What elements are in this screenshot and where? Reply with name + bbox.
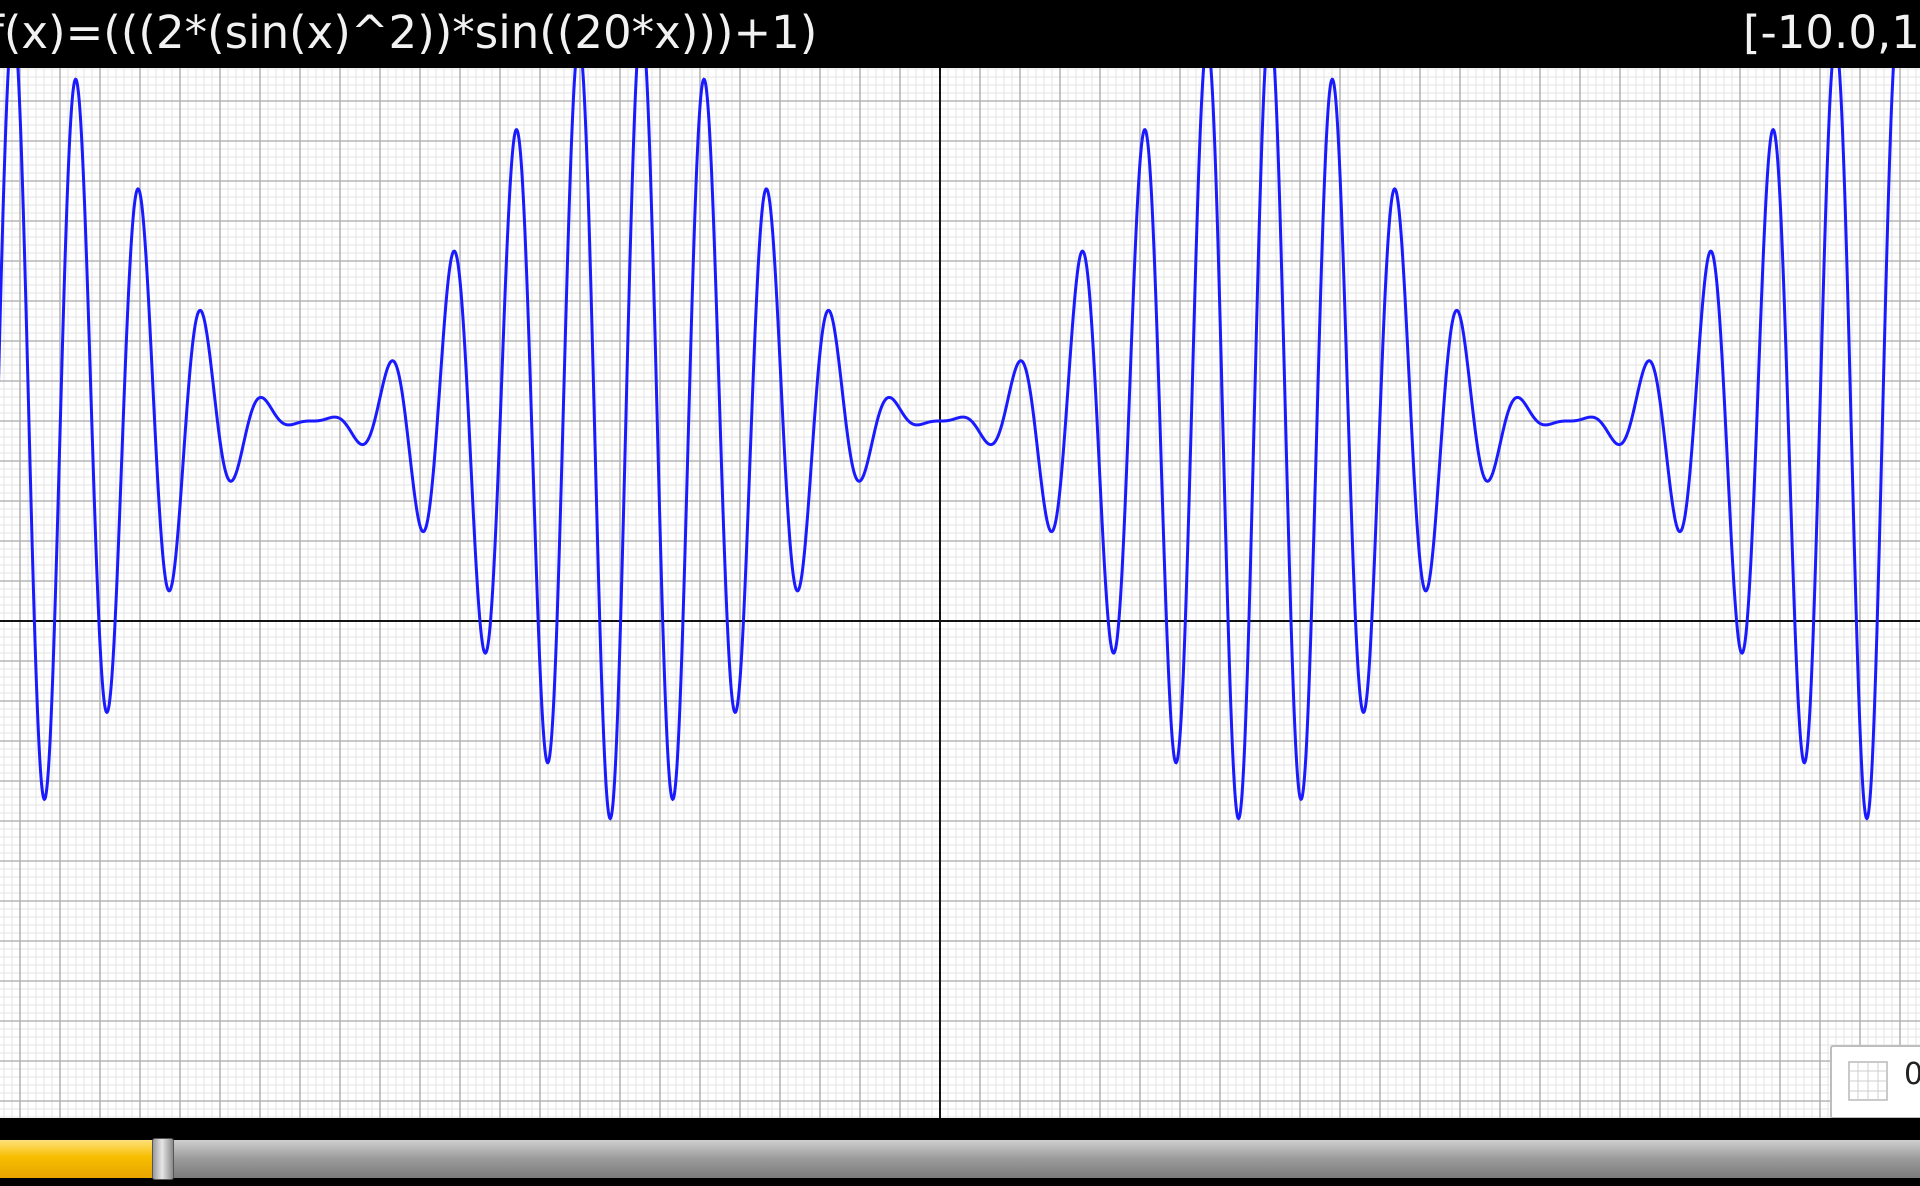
seekbar-track[interactable]: [0, 1140, 1920, 1178]
plot-svg[interactable]: [0, 68, 1920, 1118]
grid-minor: [0, 68, 1920, 1118]
seekbar-progress: [0, 1140, 164, 1178]
function-expression: f(x)=(((2*(sin(x)^2))*sin((20*x)))+1): [0, 6, 818, 59]
x-range-label: [-10.0,10.0]: [1743, 6, 1920, 59]
zoom-level: 0.5: [1904, 1057, 1920, 1092]
formula-bar: f(x)=(((2*(sin(x)^2))*sin((20*x)))+1) [-…: [0, 0, 1920, 66]
seekbar-thumb[interactable]: [152, 1138, 175, 1180]
zoom-control[interactable]: 0.5: [1830, 1045, 1920, 1119]
grid-major: [0, 68, 1920, 1118]
bottom-bar: [0, 1118, 1920, 1186]
grid-icon: [1848, 1061, 1888, 1101]
graph-canvas[interactable]: [0, 68, 1920, 1118]
